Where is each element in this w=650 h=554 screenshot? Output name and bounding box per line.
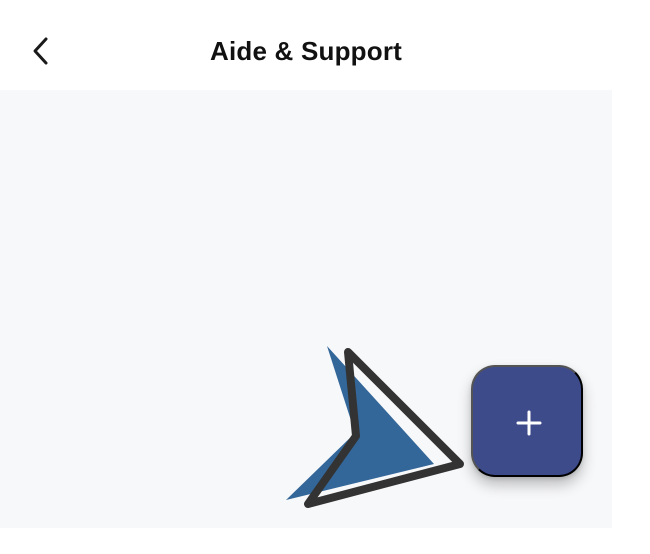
page-title: Aide & Support <box>209 36 402 66</box>
pointer-arrow-icon <box>286 346 464 508</box>
chevron-left-icon <box>30 35 52 67</box>
top-app-bar: Aide & Support <box>0 0 650 90</box>
pointer-illustration <box>282 344 466 510</box>
back-button[interactable] <box>18 26 64 76</box>
help-support-screen: Aide & Support <box>0 0 650 554</box>
add-support-request-button[interactable] <box>471 365 583 477</box>
